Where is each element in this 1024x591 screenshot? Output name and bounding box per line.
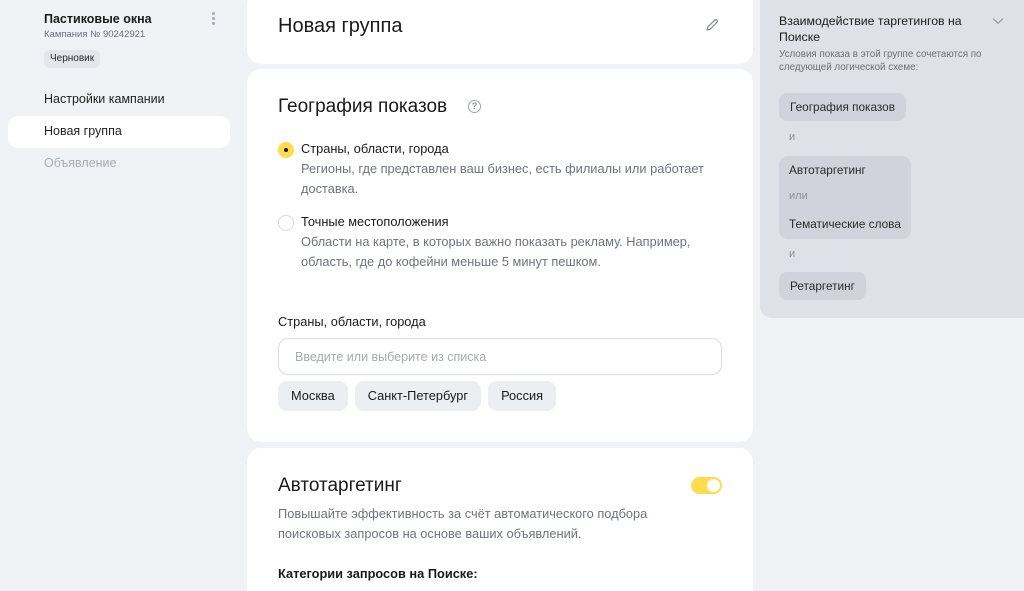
logic-item-thematic-words: Тематические слова (789, 217, 901, 231)
help-icon[interactable]: ? (468, 100, 481, 113)
radio-regions-desc: Регионы, где представлен ваш бизнес, ест… (301, 161, 704, 196)
geo-title: География показов (278, 96, 448, 117)
radio-button-regions[interactable] (278, 142, 294, 158)
logic-op-or: или (789, 190, 808, 202)
region-chip-spb[interactable]: Санкт-Петербург (354, 381, 482, 411)
region-chip-moscow[interactable]: Москва (278, 381, 348, 411)
region-chips: Москва Санкт-Петербург Россия (278, 381, 557, 411)
logic-chip-geo: География показов (779, 93, 907, 121)
targeting-interaction-panel: Взаимодействие таргетингов на Поиске Усл… (760, 0, 1024, 318)
radio-exact-locations-desc: Области на карте, в которых важно показа… (301, 234, 691, 269)
radio-exact-locations[interactable]: Точные местоположения Области на карте, … (278, 212, 728, 272)
chevron-down-icon[interactable] (992, 16, 1004, 26)
logic-group-or: Автотаргетинг или Тематические слова (779, 156, 911, 239)
interaction-panel-subtitle: Условия показа в этой группе сочетаются … (779, 49, 982, 73)
logic-item-autotargeting: Автотаргетинг (789, 163, 866, 177)
autotargeting-title: Автотаргетинг (278, 475, 402, 496)
autotargeting-desc: Повышайте эффективность за счёт автомати… (278, 506, 648, 541)
autotargeting-toggle[interactable] (691, 477, 722, 494)
sidebar-nav: Настройки кампании Новая группа Объявлен… (8, 84, 230, 180)
region-chip-russia[interactable]: Россия (488, 381, 557, 411)
radio-button-exact-locations[interactable] (278, 215, 294, 231)
logic-chip-retargeting: Ретаргетинг (779, 272, 866, 300)
campaign-id: Кампания № 90242921 (44, 29, 146, 40)
autotargeting-categories-label: Категории запросов на Поиске: (278, 566, 478, 581)
sidebar-item-campaign-settings[interactable]: Настройки кампании (8, 84, 230, 116)
sidebar-item-new-group[interactable]: Новая группа (8, 116, 230, 148)
regions-field-label: Страны, области, города (278, 314, 426, 329)
interaction-panel-title[interactable]: Взаимодействие таргетингов на Поиске (779, 13, 969, 45)
regions-search-input[interactable] (278, 338, 722, 375)
toggle-knob (707, 479, 720, 492)
sidebar-item-ad: Объявление (44, 156, 117, 170)
radio-regions[interactable]: Страны, области, города Регионы, где пре… (278, 139, 728, 199)
group-title: Новая группа (278, 15, 403, 37)
radio-exact-locations-label[interactable]: Точные местоположения (301, 212, 728, 232)
group-title-card: Новая группа (247, 0, 753, 64)
pencil-icon[interactable] (704, 17, 720, 33)
campaign-title[interactable]: Пастиковые окна (44, 12, 224, 27)
status-badge: Черновик (44, 50, 101, 68)
kebab-menu-icon[interactable] (207, 10, 219, 28)
geo-card: География показов ? Страны, области, гор… (247, 69, 753, 442)
sidebar: Пастиковые окна Кампания № 90242921 Черн… (0, 0, 238, 591)
campaign-header: Пастиковые окна Кампания № 90242921 Черн… (44, 12, 224, 68)
radio-regions-label[interactable]: Страны, области, города (301, 139, 728, 159)
autotargeting-card: Автотаргетинг Повышайте эффективность за… (247, 448, 753, 591)
logic-op-and: и (789, 131, 796, 143)
logic-op-and: и (789, 248, 796, 260)
